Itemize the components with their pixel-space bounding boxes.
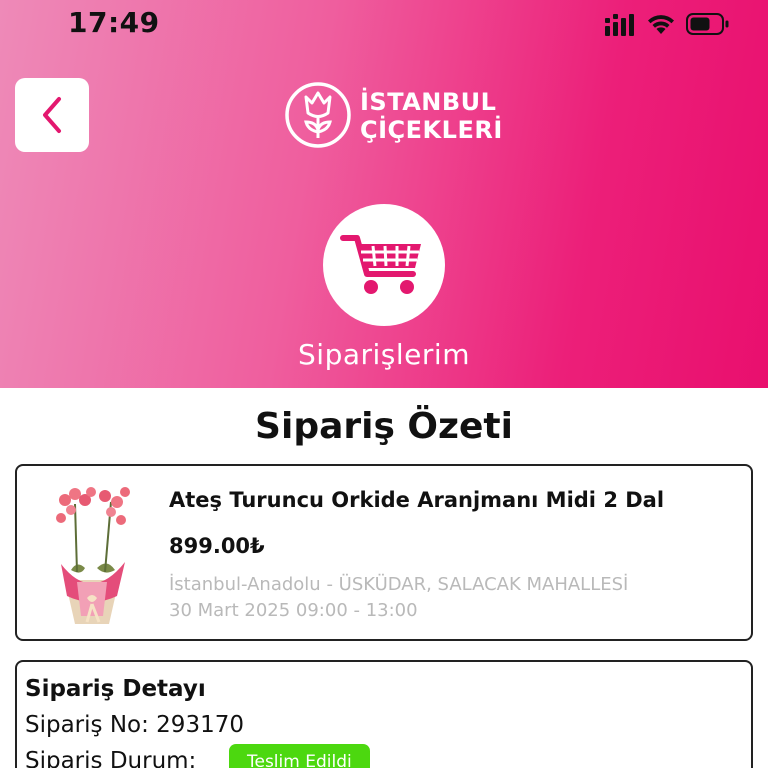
product-price: 899.00₺: [169, 534, 265, 558]
order-number-row: Sipariş No: 293170: [25, 712, 244, 738]
order-status-row: Sipariş Durum:: [25, 748, 196, 768]
order-detail-card: Sipariş Detayı Sipariş No: 293170 Sipari…: [15, 660, 753, 768]
back-icon: [43, 97, 61, 133]
status-time: 17:49: [68, 6, 160, 39]
status-icons: [590, 10, 730, 40]
shopping-cart-icon: [340, 235, 421, 294]
status-bar: 17:49: [0, 0, 768, 50]
delivery-date: 30 Mart 2025 09:00 - 13:00: [169, 600, 418, 621]
brand-wordmark: İSTANBUL ÇİÇEKLERİ: [360, 88, 503, 144]
battery-icon: [686, 13, 729, 35]
order-number-label: Sipariş No:: [25, 712, 149, 738]
header-hero: 17:49 İSTANBUL ÇİÇEKLERİ Siparişlerim: [0, 0, 768, 388]
order-detail-title: Sipariş Detayı: [25, 676, 206, 702]
brand-line-1: İSTANBUL: [360, 88, 497, 116]
product-card[interactable]: Ateş Turuncu Orkide Aranjmanı Midi 2 Dal…: [15, 464, 753, 641]
back-button[interactable]: [15, 78, 89, 152]
delivery-location: İstanbul-Anadolu - ÜSKÜDAR, SALACAK MAHA…: [169, 574, 629, 595]
brand-line-2: ÇİÇEKLERİ: [360, 116, 503, 144]
cart-badge: [323, 204, 445, 326]
tulip-logo-icon: [285, 82, 351, 148]
status-badge: Teslim Edildi: [229, 744, 370, 768]
cellular-signal-icon: [605, 14, 634, 36]
product-name: Ateş Turuncu Orkide Aranjmanı Midi 2 Dal: [169, 488, 665, 512]
order-status-label: Sipariş Durum:: [25, 748, 197, 768]
order-summary-title: Sipariş Özeti: [255, 406, 513, 447]
wifi-icon: [648, 15, 674, 34]
section-title: Siparişlerim: [298, 338, 470, 371]
order-number-value: 293170: [156, 712, 244, 738]
product-image: [56, 487, 130, 624]
brand-logo: İSTANBUL ÇİÇEKLERİ: [284, 80, 502, 150]
